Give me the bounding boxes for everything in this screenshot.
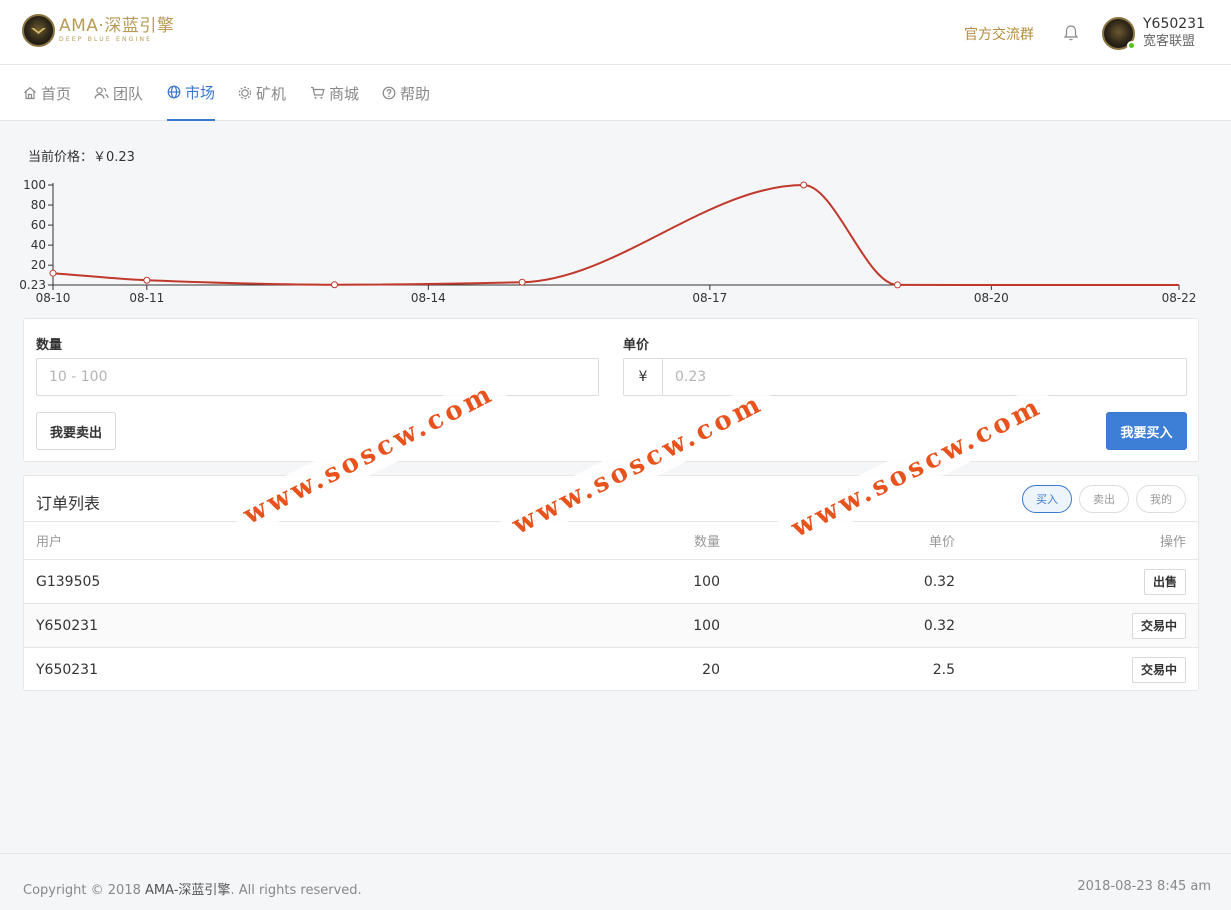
row-price: 0.32 xyxy=(923,573,955,590)
nav-team-label: 团队 xyxy=(113,84,144,103)
nav-help-label: 帮助 xyxy=(400,84,431,103)
price-chart: 0.23 20 40 60 80 100 08-10 08-11 08-14 08-17 08-20… xyxy=(19,178,1197,305)
data-point xyxy=(518,278,526,286)
nav-shop[interactable]: 商城 xyxy=(310,65,359,121)
quantity-label: 数量 xyxy=(36,338,63,353)
nav-market[interactable]: 市场 xyxy=(167,65,216,121)
yuan-prefix: ¥ xyxy=(624,359,663,395)
price-input[interactable] xyxy=(675,369,1186,385)
nav-miner[interactable]: 矿机 xyxy=(238,65,286,121)
current-price: 当前价格：￥0.23 xyxy=(28,150,135,165)
user-team: 宽客联盟 xyxy=(1143,34,1196,49)
col-op: 操作 xyxy=(1159,535,1186,550)
trade-form: 数量 单价 ¥ 我要卖出 我要买入 xyxy=(23,318,1199,462)
avatar xyxy=(1102,16,1136,50)
x-tick-label: 08-14 xyxy=(411,291,446,305)
table-row: Y650231 20 2.5 交易中 xyxy=(24,647,1198,691)
col-price: 单价 xyxy=(928,535,955,550)
y-tick-label: 60 xyxy=(31,218,46,232)
online-status-icon xyxy=(1127,40,1136,50)
filter-buy[interactable]: 买入 xyxy=(1022,485,1072,513)
row-user: Y650231 xyxy=(36,617,98,634)
official-group-link[interactable]: 官方交流群 xyxy=(964,24,1034,44)
team-icon xyxy=(94,87,109,99)
logo-subtitle: DEEP BLUE ENGINE xyxy=(59,36,153,43)
logo-title: AMA·深蓝引擎 xyxy=(59,16,175,36)
x-tick-label: 08-11 xyxy=(129,291,164,305)
order-list: 订单列表 买入 卖出 我的 用户 数量 单价 操作 G139505 100 0.… xyxy=(23,475,1199,691)
price-label: 单价 xyxy=(623,338,650,353)
table-row: Y650231 100 0.32 交易中 xyxy=(24,603,1198,647)
filter-sell[interactable]: 卖出 xyxy=(1079,485,1129,513)
user-name: Y650231 xyxy=(1143,16,1205,32)
quantity-input[interactable] xyxy=(49,369,598,385)
copyright: Copyright © 2018 AMA-深蓝引擎. All rights re… xyxy=(23,883,362,898)
main-nav: 首页 团队 市场 矿机 商城 帮助 xyxy=(0,65,1231,121)
top-header: AMA·深蓝引擎 DEEP BLUE ENGINE 官方交流群 Y650231 … xyxy=(0,0,1231,65)
nav-home[interactable]: 首页 xyxy=(23,65,71,121)
y-tick-label: 80 xyxy=(31,198,46,212)
filter-mine[interactable]: 我的 xyxy=(1136,485,1186,513)
nav-market-label: 市场 xyxy=(185,83,216,102)
brand-logo[interactable]: AMA·深蓝引擎 DEEP BLUE ENGINE xyxy=(22,14,174,47)
globe-icon xyxy=(167,85,181,99)
nav-miner-label: 矿机 xyxy=(256,84,287,103)
price-field[interactable]: ¥ xyxy=(623,358,1187,396)
help-icon xyxy=(382,86,396,100)
user-menu[interactable]: Y650231 宽客联盟 xyxy=(1102,16,1205,50)
data-point xyxy=(49,269,57,277)
nav-help[interactable]: 帮助 xyxy=(382,65,430,121)
trading-status-button[interactable]: 交易中 xyxy=(1131,612,1186,639)
data-point xyxy=(143,276,151,284)
y-tick-label: 100 xyxy=(23,178,46,192)
col-user: 用户 xyxy=(36,535,63,550)
nav-home-label: 首页 xyxy=(41,84,72,103)
y-tick-label: 40 xyxy=(31,238,46,252)
col-qty: 数量 xyxy=(693,535,720,550)
trading-status-button[interactable]: 交易中 xyxy=(1131,656,1186,683)
data-point xyxy=(331,281,338,289)
row-user: G139505 xyxy=(36,573,101,590)
sell-button[interactable]: 我要卖出 xyxy=(36,412,116,450)
series-line xyxy=(52,183,1180,286)
copyright-brand: AMA-深蓝引擎 xyxy=(145,883,231,898)
y-tick-label: 20 xyxy=(31,258,46,272)
order-list-title: 订单列表 xyxy=(36,494,101,513)
cart-icon xyxy=(311,86,325,99)
row-qty: 100 xyxy=(693,573,720,590)
table-header: 用户 数量 单价 操作 xyxy=(24,521,1198,559)
row-price: 0.32 xyxy=(923,617,955,634)
x-tick-label: 08-17 xyxy=(692,291,727,305)
home-icon xyxy=(24,87,36,100)
y-tick-label: 0.23 xyxy=(19,278,46,292)
row-user: Y650231 xyxy=(36,661,98,678)
x-tick-label: 08-20 xyxy=(974,291,1009,305)
buy-button[interactable]: 我要买入 xyxy=(1106,412,1187,450)
nav-shop-label: 商城 xyxy=(329,84,360,103)
eagle-logo-icon xyxy=(22,14,55,47)
sell-order-button[interactable]: 出售 xyxy=(1143,568,1186,595)
data-point xyxy=(800,181,808,189)
data-point xyxy=(894,281,901,289)
row-qty: 20 xyxy=(702,661,720,678)
footer-timestamp: 2018-08-23 8:45 am xyxy=(1077,879,1211,894)
nav-team[interactable]: 团队 xyxy=(94,65,143,121)
x-tick-label: 08-10 xyxy=(36,291,71,305)
x-tick-label: 08-22 xyxy=(1162,291,1197,305)
row-price: 2.5 xyxy=(932,661,955,678)
chip-icon xyxy=(238,86,252,100)
footer: Copyright © 2018 AMA-深蓝引擎. All rights re… xyxy=(0,853,1231,910)
table-row: G139505 100 0.32 出售 xyxy=(24,559,1198,603)
row-qty: 100 xyxy=(693,617,720,634)
bell-icon[interactable] xyxy=(1063,24,1079,42)
quantity-field[interactable] xyxy=(36,358,599,396)
